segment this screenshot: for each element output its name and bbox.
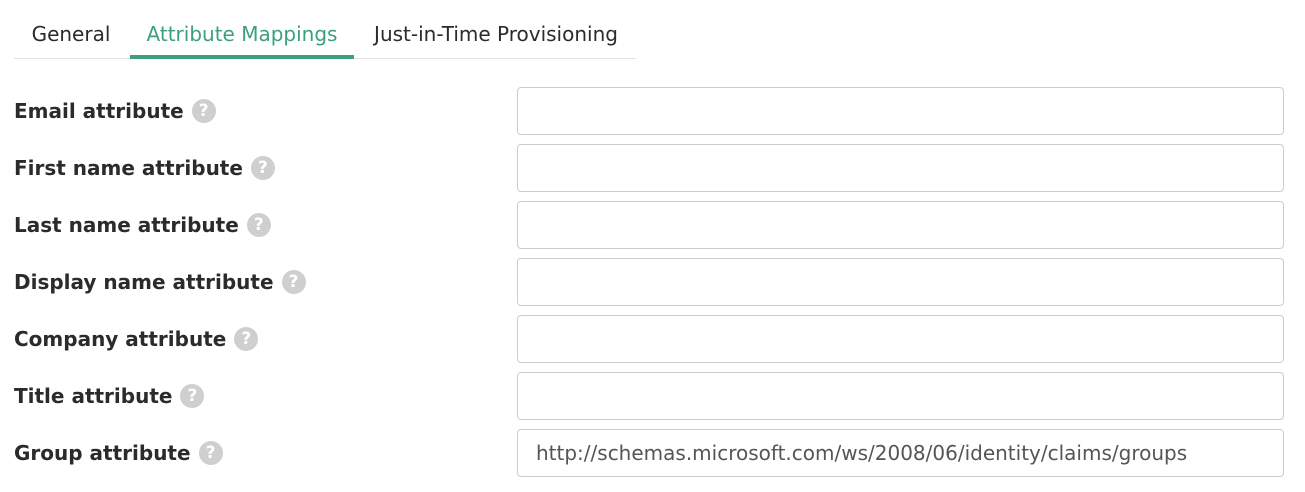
last-name-attribute-label: Last name attribute [14,213,239,237]
help-icon[interactable]: ? [191,99,216,123]
group-attribute-row: Group attribute ? [14,429,1284,477]
help-icon[interactable]: ? [234,327,259,351]
tab-general[interactable]: General [14,0,128,59]
email-attribute-input[interactable] [517,87,1284,135]
first-name-attribute-input[interactable] [517,144,1284,192]
last-name-attribute-input[interactable] [517,201,1284,249]
last-name-attribute-row: Last name attribute ? [14,201,1284,249]
tab-just-in-time-provisioning[interactable]: Just-in-Time Provisioning [358,0,634,59]
help-icon[interactable]: ? [250,156,275,180]
tab-bar: General Attribute Mappings Just-in-Time … [14,0,636,59]
first-name-attribute-row: First name attribute ? [14,144,1284,192]
display-name-attribute-row: Display name attribute ? [14,258,1284,306]
title-attribute-label: Title attribute [14,384,173,408]
title-attribute-input[interactable] [517,372,1284,420]
title-attribute-row: Title attribute ? [14,372,1284,420]
email-attribute-row: Email attribute ? [14,87,1284,135]
group-attribute-label: Group attribute [14,441,191,465]
display-name-attribute-input[interactable] [517,258,1284,306]
first-name-attribute-label: First name attribute [14,156,243,180]
company-attribute-input[interactable] [517,315,1284,363]
group-attribute-input[interactable] [517,429,1284,477]
tab-attribute-mappings[interactable]: Attribute Mappings [130,0,354,59]
company-attribute-label: Company attribute [14,327,227,351]
help-icon[interactable]: ? [246,213,271,237]
help-icon[interactable]: ? [180,384,205,408]
help-icon[interactable]: ? [198,441,223,465]
email-attribute-label: Email attribute [14,99,184,123]
display-name-attribute-label: Display name attribute [14,270,274,294]
help-icon[interactable]: ? [281,270,306,294]
company-attribute-row: Company attribute ? [14,315,1284,363]
